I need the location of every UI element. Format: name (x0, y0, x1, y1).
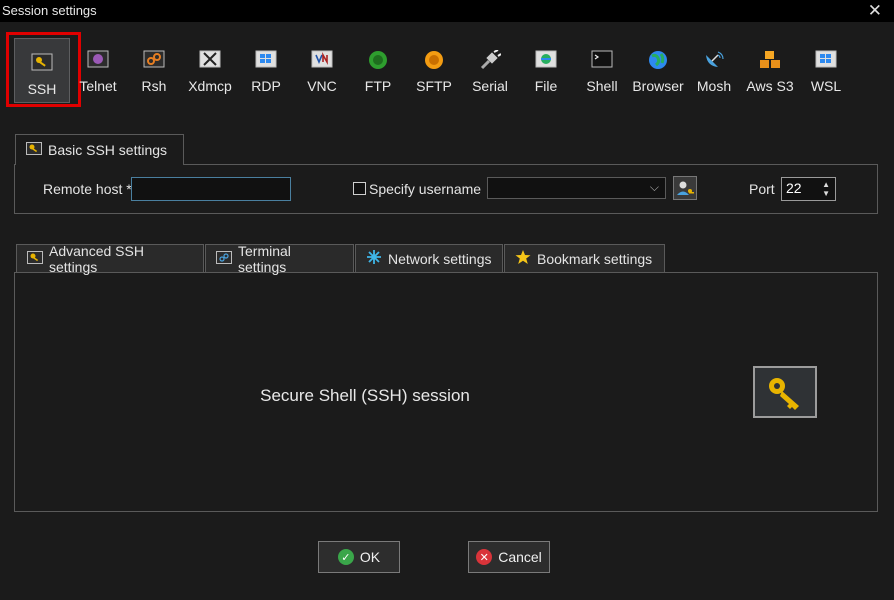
session-type-label: WSL (810, 78, 842, 94)
session-type-xdmcp[interactable]: Xdmcp (181, 36, 239, 104)
window-title: Session settings (2, 3, 97, 18)
ftp-icon (367, 50, 389, 69)
file-icon (535, 50, 557, 68)
session-type-label: VNC (307, 78, 337, 94)
session-type-wsl[interactable]: WSL (797, 36, 855, 104)
tab-label: Network settings (388, 250, 492, 267)
session-type-ftp[interactable]: FTP (349, 36, 407, 104)
remote-host-label: Remote host * (43, 181, 132, 197)
tab-label: Terminal settings (238, 242, 291, 275)
specify-username-checkbox[interactable] (353, 182, 366, 195)
session-type-serial[interactable]: Serial (461, 36, 519, 104)
port-spinner[interactable]: 22 ▲ ▼ (781, 177, 836, 201)
globe-icon (647, 50, 669, 69)
telnet-icon (87, 50, 109, 68)
session-type-label: Rsh (141, 78, 167, 94)
port-value: 22 (786, 180, 802, 196)
key-icon (31, 53, 53, 71)
shell-terminal-icon (591, 50, 613, 68)
session-type-mosh[interactable]: Mosh (685, 36, 743, 104)
tab-basic-ssh-settings[interactable]: Basic SSH settings (15, 134, 184, 165)
session-type-label: Browser (632, 78, 684, 94)
tab-terminal-settings[interactable]: Terminal settings (205, 242, 354, 275)
session-type-rsh[interactable]: Rsh (125, 36, 183, 104)
tab-network-settings[interactable]: Network settings (355, 244, 503, 272)
specify-username-label: Specify username (369, 181, 482, 197)
ok-label: OK (359, 549, 381, 565)
tab-label: Basic SSH settings (48, 142, 168, 158)
session-type-browser[interactable]: Browser (629, 36, 687, 104)
network-star-icon (366, 249, 382, 268)
windows-icon (815, 50, 837, 68)
vnc-icon (311, 50, 333, 68)
cancel-x-icon: ✕ (476, 549, 493, 565)
tab-label: Bookmark settings (537, 250, 653, 267)
session-type-label: Serial (472, 78, 508, 94)
cancel-label: Cancel (498, 549, 542, 565)
session-type-label: FTP (364, 78, 392, 94)
key-icon (26, 142, 42, 158)
tab-advanced-ssh-settings[interactable]: Advanced SSH settings (16, 242, 204, 275)
close-icon[interactable]: ✕ (868, 1, 882, 21)
serial-plug-icon (479, 49, 502, 70)
session-type-label: Aws S3 (746, 78, 794, 94)
aws-s3-cubes-icon (759, 50, 781, 68)
session-type-shell[interactable]: Shell (573, 36, 631, 104)
session-type-label: Telnet (79, 78, 117, 94)
rdp-icon (255, 50, 277, 68)
terminal-icon (216, 250, 232, 267)
session-type-label: RDP (251, 78, 281, 94)
session-type-label: Shell (586, 78, 618, 94)
tab-label: Advanced SSH settings (49, 242, 144, 275)
session-type-vnc[interactable]: VNC (293, 36, 351, 104)
session-type-file[interactable]: File (517, 36, 575, 104)
check-icon: ✓ (337, 549, 354, 565)
session-type-telnet[interactable]: Telnet (69, 36, 127, 104)
tab-bookmark-settings[interactable]: Bookmark settings (504, 244, 665, 272)
session-type-label: File (534, 78, 558, 94)
satellite-dish-icon (703, 50, 725, 68)
session-type-rdp[interactable]: RDP (237, 36, 295, 104)
remote-host-input[interactable] (131, 177, 291, 201)
user-manager-button[interactable] (673, 176, 697, 200)
username-combo[interactable]: ⌵ (487, 177, 666, 199)
session-description: Secure Shell (SSH) session (260, 386, 470, 405)
session-type-aws-s3[interactable]: Aws S3 (741, 36, 799, 104)
xdmcp-icon (199, 50, 221, 68)
session-type-sftp[interactable]: SFTP (405, 36, 463, 104)
spin-down-icon[interactable]: ▼ (822, 189, 830, 198)
session-type-label: SFTP (416, 78, 452, 94)
cancel-button[interactable]: ✕ Cancel (468, 541, 550, 573)
session-type-label: Mosh (696, 78, 732, 94)
ok-button[interactable]: ✓ OK (318, 541, 400, 573)
ssh-key-large-icon (753, 366, 817, 418)
star-icon (515, 249, 531, 268)
chevron-down-icon: ⌵ (649, 180, 659, 194)
sftp-icon (423, 50, 445, 69)
user-key-icon (674, 181, 696, 202)
port-label: Port (749, 181, 775, 197)
session-type-label: Xdmcp (188, 78, 232, 94)
key-icon (27, 250, 43, 267)
session-type-label: SSH (27, 81, 57, 97)
spin-up-icon[interactable]: ▲ (822, 180, 830, 189)
rsh-icon (143, 50, 165, 68)
title-bar: Session settings ✕ (0, 0, 894, 22)
session-type-ssh[interactable]: SSH (14, 38, 70, 103)
